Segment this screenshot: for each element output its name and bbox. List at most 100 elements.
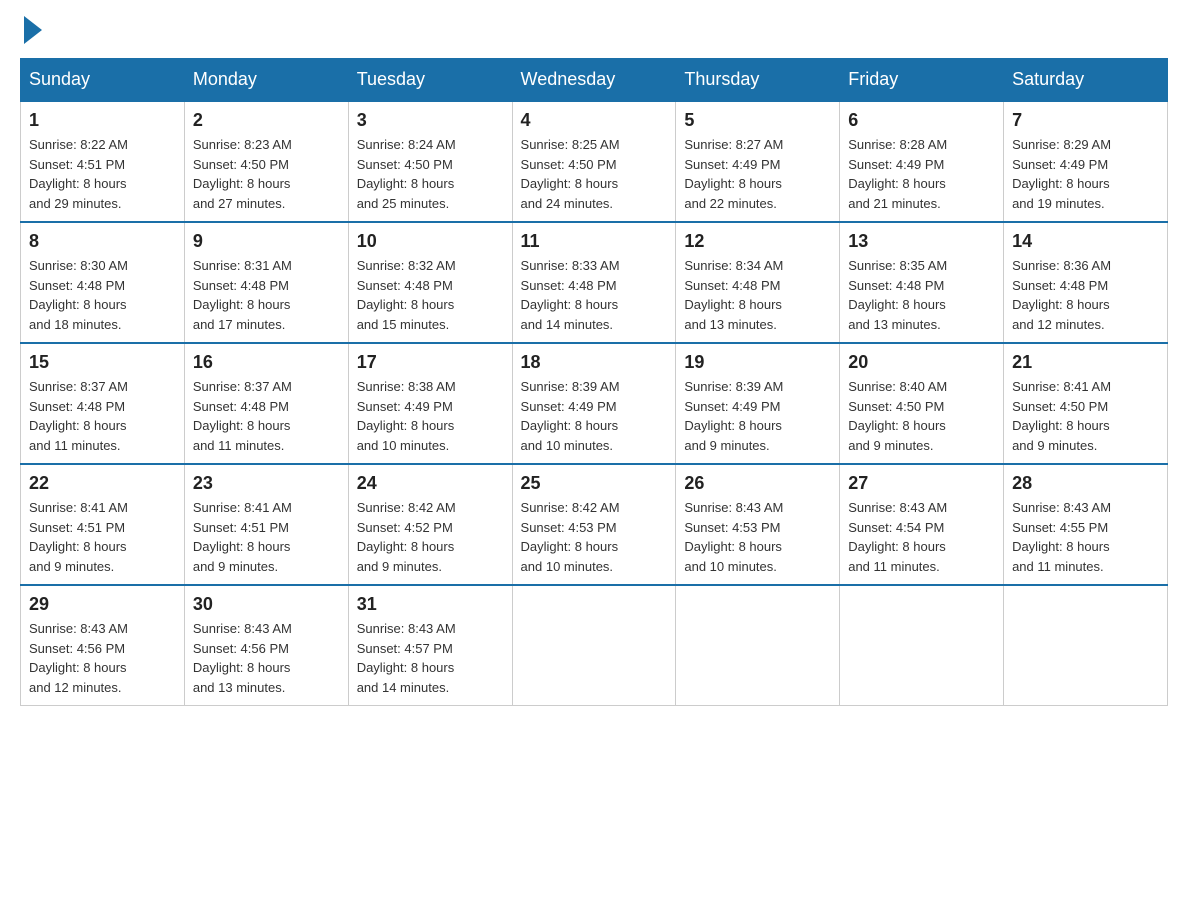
- day-number: 4: [521, 110, 668, 131]
- calendar-week-row: 29 Sunrise: 8:43 AMSunset: 4:56 PMDayligh…: [21, 585, 1168, 706]
- day-header-saturday: Saturday: [1004, 59, 1168, 102]
- day-info: Sunrise: 8:43 AMSunset: 4:55 PMDaylight:…: [1012, 498, 1159, 576]
- day-number: 30: [193, 594, 340, 615]
- calendar-week-row: 1 Sunrise: 8:22 AMSunset: 4:51 PMDaylight…: [21, 101, 1168, 222]
- calendar-empty-cell: [1004, 585, 1168, 706]
- day-info: Sunrise: 8:35 AMSunset: 4:48 PMDaylight:…: [848, 256, 995, 334]
- day-info: Sunrise: 8:31 AMSunset: 4:48 PMDaylight:…: [193, 256, 340, 334]
- logo-arrow-icon: [24, 16, 42, 44]
- calendar-table: SundayMondayTuesdayWednesdayThursdayFrid…: [20, 58, 1168, 706]
- day-info: Sunrise: 8:40 AMSunset: 4:50 PMDaylight:…: [848, 377, 995, 455]
- day-number: 25: [521, 473, 668, 494]
- calendar-header-row: SundayMondayTuesdayWednesdayThursdayFrid…: [21, 59, 1168, 102]
- calendar-day-cell: 27 Sunrise: 8:43 AMSunset: 4:54 PMDayligh…: [840, 464, 1004, 585]
- calendar-day-cell: 29 Sunrise: 8:43 AMSunset: 4:56 PMDayligh…: [21, 585, 185, 706]
- day-number: 16: [193, 352, 340, 373]
- calendar-day-cell: 14Sunrise: 8:36 AMSunset: 4:48 PMDayligh…: [1004, 222, 1168, 343]
- calendar-day-cell: 4 Sunrise: 8:25 AMSunset: 4:50 PMDaylight…: [512, 101, 676, 222]
- calendar-empty-cell: [676, 585, 840, 706]
- day-number: 12: [684, 231, 831, 252]
- day-number: 21: [1012, 352, 1159, 373]
- day-info: Sunrise: 8:37 AMSunset: 4:48 PMDaylight:…: [29, 377, 176, 455]
- calendar-day-cell: 19 Sunrise: 8:39 AMSunset: 4:49 PMDayligh…: [676, 343, 840, 464]
- calendar-day-cell: 2Sunrise: 8:23 AMSunset: 4:50 PMDaylight…: [184, 101, 348, 222]
- day-info: Sunrise: 8:41 AMSunset: 4:50 PMDaylight:…: [1012, 377, 1159, 455]
- day-number: 17: [357, 352, 504, 373]
- day-info: Sunrise: 8:38 AMSunset: 4:49 PMDaylight:…: [357, 377, 504, 455]
- day-header-wednesday: Wednesday: [512, 59, 676, 102]
- calendar-day-cell: 26Sunrise: 8:43 AMSunset: 4:53 PMDayligh…: [676, 464, 840, 585]
- day-number: 9: [193, 231, 340, 252]
- day-info: Sunrise: 8:41 AMSunset: 4:51 PMDaylight:…: [193, 498, 340, 576]
- calendar-day-cell: 10 Sunrise: 8:32 AMSunset: 4:48 PMDayligh…: [348, 222, 512, 343]
- day-info: Sunrise: 8:43 AMSunset: 4:56 PMDaylight:…: [29, 619, 176, 697]
- day-number: 24: [357, 473, 504, 494]
- day-number: 8: [29, 231, 176, 252]
- calendar-day-cell: 15 Sunrise: 8:37 AMSunset: 4:48 PMDayligh…: [21, 343, 185, 464]
- calendar-day-cell: 6 Sunrise: 8:28 AMSunset: 4:49 PMDaylight…: [840, 101, 1004, 222]
- day-number: 26: [684, 473, 831, 494]
- day-number: 11: [521, 231, 668, 252]
- calendar-day-cell: 23 Sunrise: 8:41 AMSunset: 4:51 PMDayligh…: [184, 464, 348, 585]
- calendar-week-row: 8 Sunrise: 8:30 AMSunset: 4:48 PMDaylight…: [21, 222, 1168, 343]
- calendar-day-cell: 16 Sunrise: 8:37 AMSunset: 4:48 PMDayligh…: [184, 343, 348, 464]
- day-info: Sunrise: 8:43 AMSunset: 4:56 PMDaylight:…: [193, 619, 340, 697]
- day-info: Sunrise: 8:39 AMSunset: 4:49 PMDaylight:…: [684, 377, 831, 455]
- day-number: 28: [1012, 473, 1159, 494]
- day-number: 22: [29, 473, 176, 494]
- day-number: 6: [848, 110, 995, 131]
- day-info: Sunrise: 8:25 AMSunset: 4:50 PMDaylight:…: [521, 135, 668, 213]
- calendar-day-cell: 1 Sunrise: 8:22 AMSunset: 4:51 PMDaylight…: [21, 101, 185, 222]
- day-info: Sunrise: 8:28 AMSunset: 4:49 PMDaylight:…: [848, 135, 995, 213]
- day-number: 10: [357, 231, 504, 252]
- day-info: Sunrise: 8:43 AMSunset: 4:57 PMDaylight:…: [357, 619, 504, 697]
- calendar-day-cell: 17 Sunrise: 8:38 AMSunset: 4:49 PMDayligh…: [348, 343, 512, 464]
- calendar-day-cell: 21 Sunrise: 8:41 AMSunset: 4:50 PMDayligh…: [1004, 343, 1168, 464]
- day-number: 3: [357, 110, 504, 131]
- logo: [20, 20, 42, 38]
- calendar-day-cell: 18Sunrise: 8:39 AMSunset: 4:49 PMDayligh…: [512, 343, 676, 464]
- day-info: Sunrise: 8:27 AMSunset: 4:49 PMDaylight:…: [684, 135, 831, 213]
- day-number: 29: [29, 594, 176, 615]
- day-header-monday: Monday: [184, 59, 348, 102]
- day-number: 20: [848, 352, 995, 373]
- day-number: 31: [357, 594, 504, 615]
- calendar-day-cell: 9 Sunrise: 8:31 AMSunset: 4:48 PMDaylight…: [184, 222, 348, 343]
- calendar-week-row: 15 Sunrise: 8:37 AMSunset: 4:48 PMDayligh…: [21, 343, 1168, 464]
- day-info: Sunrise: 8:37 AMSunset: 4:48 PMDaylight:…: [193, 377, 340, 455]
- day-info: Sunrise: 8:42 AMSunset: 4:53 PMDaylight:…: [521, 498, 668, 576]
- day-number: 13: [848, 231, 995, 252]
- day-number: 5: [684, 110, 831, 131]
- day-number: 23: [193, 473, 340, 494]
- day-number: 2: [193, 110, 340, 131]
- page-header: [20, 20, 1168, 38]
- day-info: Sunrise: 8:29 AMSunset: 4:49 PMDaylight:…: [1012, 135, 1159, 213]
- day-info: Sunrise: 8:43 AMSunset: 4:54 PMDaylight:…: [848, 498, 995, 576]
- day-number: 27: [848, 473, 995, 494]
- calendar-day-cell: 12Sunrise: 8:34 AMSunset: 4:48 PMDayligh…: [676, 222, 840, 343]
- day-header-sunday: Sunday: [21, 59, 185, 102]
- day-number: 1: [29, 110, 176, 131]
- day-info: Sunrise: 8:32 AMSunset: 4:48 PMDaylight:…: [357, 256, 504, 334]
- day-info: Sunrise: 8:39 AMSunset: 4:49 PMDaylight:…: [521, 377, 668, 455]
- day-info: Sunrise: 8:22 AMSunset: 4:51 PMDaylight:…: [29, 135, 176, 213]
- day-info: Sunrise: 8:30 AMSunset: 4:48 PMDaylight:…: [29, 256, 176, 334]
- day-header-tuesday: Tuesday: [348, 59, 512, 102]
- calendar-day-cell: 20 Sunrise: 8:40 AMSunset: 4:50 PMDayligh…: [840, 343, 1004, 464]
- calendar-empty-cell: [840, 585, 1004, 706]
- calendar-day-cell: 3Sunrise: 8:24 AMSunset: 4:50 PMDaylight…: [348, 101, 512, 222]
- calendar-day-cell: 7 Sunrise: 8:29 AMSunset: 4:49 PMDaylight…: [1004, 101, 1168, 222]
- calendar-day-cell: 13 Sunrise: 8:35 AMSunset: 4:48 PMDayligh…: [840, 222, 1004, 343]
- day-number: 19: [684, 352, 831, 373]
- day-info: Sunrise: 8:42 AMSunset: 4:52 PMDaylight:…: [357, 498, 504, 576]
- calendar-day-cell: 11 Sunrise: 8:33 AMSunset: 4:48 PMDayligh…: [512, 222, 676, 343]
- calendar-day-cell: 25 Sunrise: 8:42 AMSunset: 4:53 PMDayligh…: [512, 464, 676, 585]
- day-number: 7: [1012, 110, 1159, 131]
- day-info: Sunrise: 8:41 AMSunset: 4:51 PMDaylight:…: [29, 498, 176, 576]
- calendar-day-cell: 8 Sunrise: 8:30 AMSunset: 4:48 PMDaylight…: [21, 222, 185, 343]
- calendar-empty-cell: [512, 585, 676, 706]
- day-number: 15: [29, 352, 176, 373]
- calendar-day-cell: 28 Sunrise: 8:43 AMSunset: 4:55 PMDayligh…: [1004, 464, 1168, 585]
- day-info: Sunrise: 8:33 AMSunset: 4:48 PMDaylight:…: [521, 256, 668, 334]
- calendar-day-cell: 24 Sunrise: 8:42 AMSunset: 4:52 PMDayligh…: [348, 464, 512, 585]
